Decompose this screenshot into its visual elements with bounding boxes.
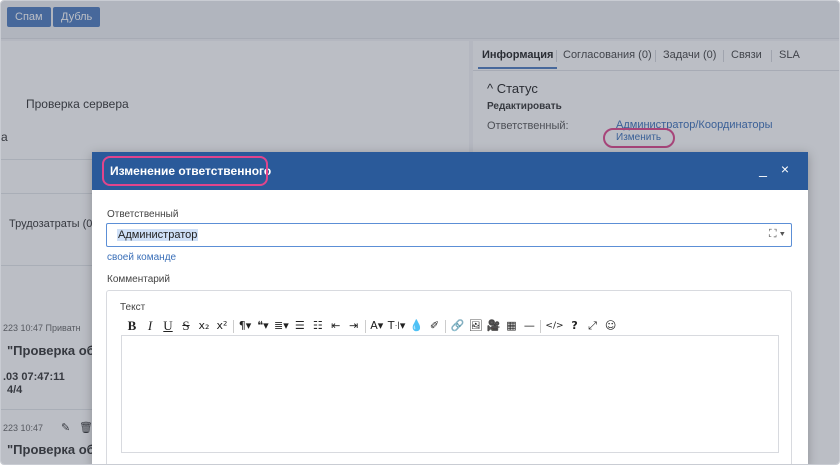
align-button[interactable]: ≣▾ — [274, 317, 289, 335]
eraser-icon[interactable]: ✐ — [427, 317, 441, 335]
comment-field-label: Комментарий — [107, 274, 170, 285]
dialog-header: Изменение ответственного _ × — [92, 152, 808, 190]
italic-button[interactable]: I — [143, 317, 157, 335]
responsible-selected-value: Администратор — [117, 229, 199, 241]
underline-button[interactable]: U — [161, 317, 175, 335]
toolbar-divider — [233, 319, 234, 333]
indent-button[interactable]: ⇥ — [347, 317, 361, 335]
unordered-list-button[interactable]: ☷ — [311, 317, 325, 335]
responsible-field-label: Ответственный — [107, 209, 179, 220]
strikethrough-button[interactable]: S — [179, 317, 193, 335]
paragraph-format-button[interactable]: ¶▾ — [238, 317, 252, 335]
app-window: Спам Дубль Проверка сервера а Трудозатра… — [0, 0, 840, 465]
code-view-icon[interactable]: </> — [545, 317, 563, 335]
help-icon[interactable]: ? — [568, 317, 582, 335]
own-team-link[interactable]: своей команде — [107, 252, 176, 263]
expand-icon[interactable]: ⛶ — [769, 228, 777, 240]
responsible-select[interactable]: Администратор ⛶ ▾ — [106, 223, 792, 247]
subscript-button[interactable]: x₂ — [197, 317, 211, 335]
close-icon[interactable]: × — [778, 161, 792, 177]
outdent-button[interactable]: ⇤ — [329, 317, 343, 335]
horizontal-rule-icon[interactable]: — — [522, 317, 536, 335]
table-icon[interactable]: ▦ — [504, 317, 518, 335]
image-icon[interactable]: 🖼 — [468, 317, 482, 335]
fullscreen-icon[interactable]: ⤢ — [586, 317, 600, 335]
quote-button[interactable]: ❝▾ — [256, 317, 270, 335]
change-responsible-dialog: Изменение ответственного _ × Ответственн… — [92, 152, 808, 464]
ink-drop-icon[interactable]: 💧 — [409, 317, 424, 335]
superscript-button[interactable]: x² — [215, 317, 229, 335]
minimize-icon[interactable]: _ — [756, 161, 770, 177]
ordered-list-button[interactable]: ☰ — [293, 317, 307, 335]
emoji-icon[interactable]: ☺ — [604, 317, 618, 335]
comment-text-area[interactable] — [121, 335, 779, 453]
toolbar-divider — [364, 319, 366, 333]
font-color-button[interactable]: A▾ — [370, 317, 384, 335]
toolbar-divider — [540, 319, 542, 333]
editor-toolbar: B I U S x₂ x² ¶▾ ❝▾ ≣▾ ☰ ☷ ⇤ ⇥ A▾ T꜊▾ 💧 … — [125, 317, 622, 335]
bold-button[interactable]: B — [125, 317, 139, 335]
chevron-down-icon[interactable]: ▾ — [780, 228, 785, 240]
comment-editor: Текст B I U S x₂ x² ¶▾ ❝▾ ≣▾ ☰ ☷ ⇤ ⇥ A▾ … — [106, 290, 792, 464]
video-icon[interactable]: 🎥 — [486, 317, 501, 335]
font-size-button[interactable]: T꜊▾ — [388, 317, 406, 335]
link-icon[interactable]: 🔗 — [450, 317, 465, 335]
toolbar-divider — [445, 319, 447, 333]
title-highlight — [102, 156, 268, 186]
editor-label: Текст — [120, 302, 146, 313]
